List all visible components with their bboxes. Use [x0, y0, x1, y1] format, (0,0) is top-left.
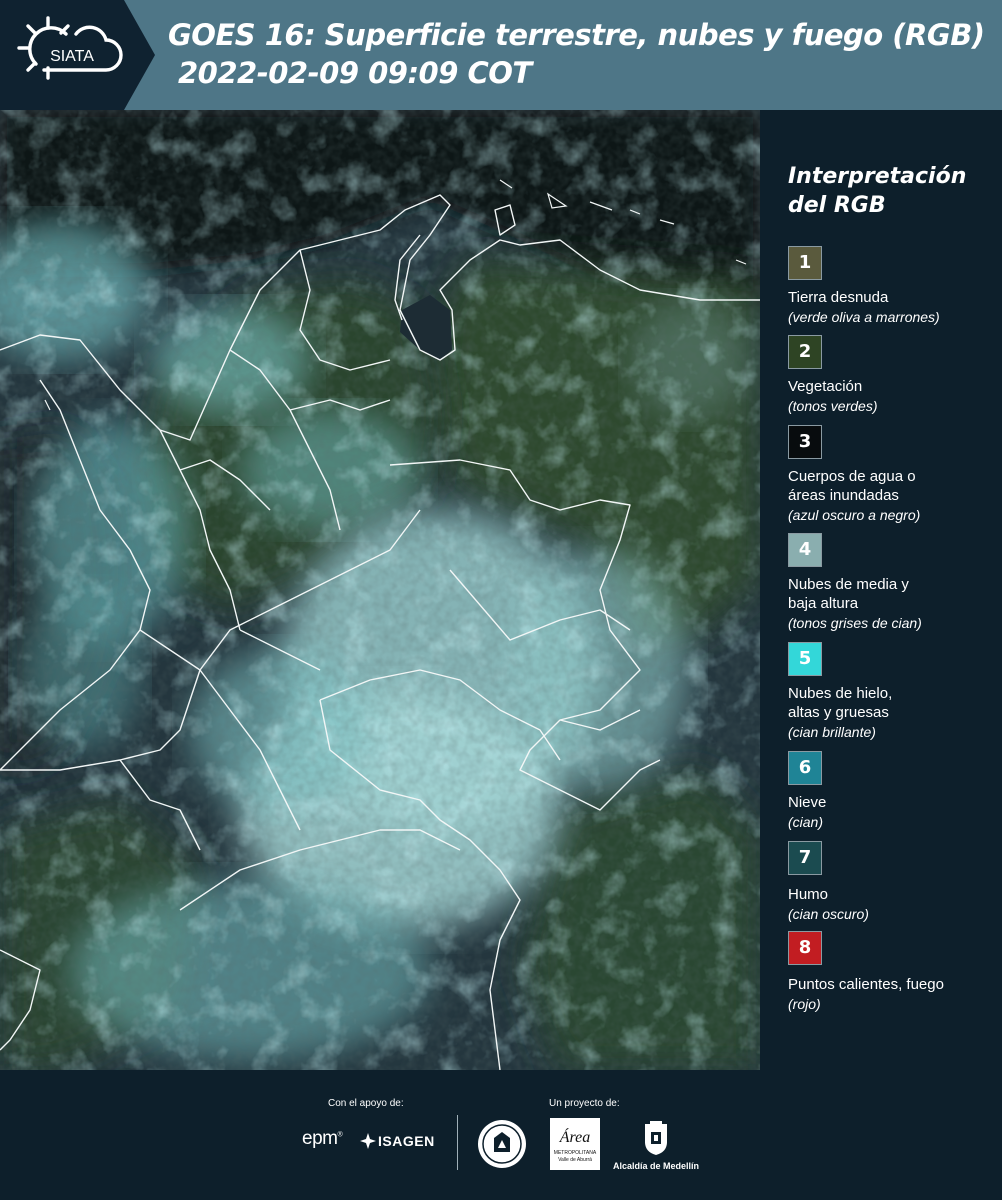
legend-label-8: Puntos calientes, fuego	[788, 976, 944, 993]
medellin-shield-icon	[645, 1121, 667, 1155]
siata-logo-text: SIATA	[50, 48, 94, 65]
legend-swatch-4: 4	[788, 533, 822, 567]
legend-label-2: Vegetación	[788, 378, 863, 395]
legend-swatch-1: 1	[788, 246, 822, 280]
area-sub1: METROPOLITANA	[553, 1150, 597, 1156]
area-word: Área	[559, 1129, 591, 1146]
legend-label-6: Nieve	[788, 794, 827, 811]
legend-label-5: Nubes de hielo, altas y gruesas	[788, 685, 893, 721]
page-title: GOES 16: Superficie terrestre, nubes y f…	[168, 18, 985, 52]
epm-logo: epm®	[302, 1128, 343, 1149]
legend-title: Interpretación del RGB	[788, 164, 967, 218]
legend-swatch-7: 7	[788, 841, 822, 875]
legend-sub-6: (cian)	[788, 814, 824, 830]
legend-label-3: Cuerpos de agua o áreas inundadas	[788, 468, 916, 504]
legend-panel: Interpretación del RGB 1 Tierra desnuda …	[760, 110, 1002, 1070]
header: SIATA GOES 16: Superficie terrestre, nub…	[0, 0, 1002, 110]
legend-swatch-6: 6	[788, 751, 822, 785]
legend-sub-2: (tonos verdes)	[788, 398, 878, 414]
siata-logo-icon: SIATA	[17, 16, 123, 80]
project-label: Un proyecto de:	[549, 1098, 620, 1109]
legend-swatch-5: 5	[788, 642, 822, 676]
legend-sub-3: (azul oscuro a negro)	[788, 507, 921, 523]
area-metropolitana-logo: Área METROPOLITANA Valle de Aburrá	[550, 1118, 600, 1170]
legend-swatch-8: 8	[788, 931, 822, 965]
page-timestamp: 2022-02-09 09:09 COT	[178, 56, 532, 90]
university-seal-icon	[478, 1120, 526, 1168]
legend-sub-5: (cian brillante)	[788, 724, 876, 740]
alcaldia-label: Alcaldía de Medellín	[612, 1161, 700, 1171]
legend-sub-8: (rojo)	[788, 996, 821, 1012]
support-label: Con el apoyo de:	[328, 1098, 404, 1109]
satellite-map[interactable]	[0, 110, 760, 1070]
legend-sub-4: (tonos grises de cian)	[788, 615, 922, 631]
legend-swatch-3: 3	[788, 425, 822, 459]
footer: Con el apoyo de: Un proyecto de: epm® IS…	[0, 1070, 1002, 1200]
legend-swatch-2: 2	[788, 335, 822, 369]
legend-label-4: Nubes de media y baja altura	[788, 576, 909, 612]
area-sub2: Valle de Aburrá	[558, 1157, 592, 1163]
footer-divider	[457, 1115, 458, 1170]
isagen-logo: ISAGEN	[378, 1133, 435, 1149]
satellite-image	[0, 110, 760, 1070]
legend-label-1: Tierra desnuda	[788, 289, 889, 306]
isagen-icon	[360, 1133, 376, 1149]
legend-sub-7: (cian oscuro)	[788, 906, 869, 922]
legend-label-7: Humo	[788, 886, 829, 903]
legend-sub-1: (verde oliva a marrones)	[788, 309, 940, 325]
epm-logo-text: epm	[302, 1128, 338, 1149]
